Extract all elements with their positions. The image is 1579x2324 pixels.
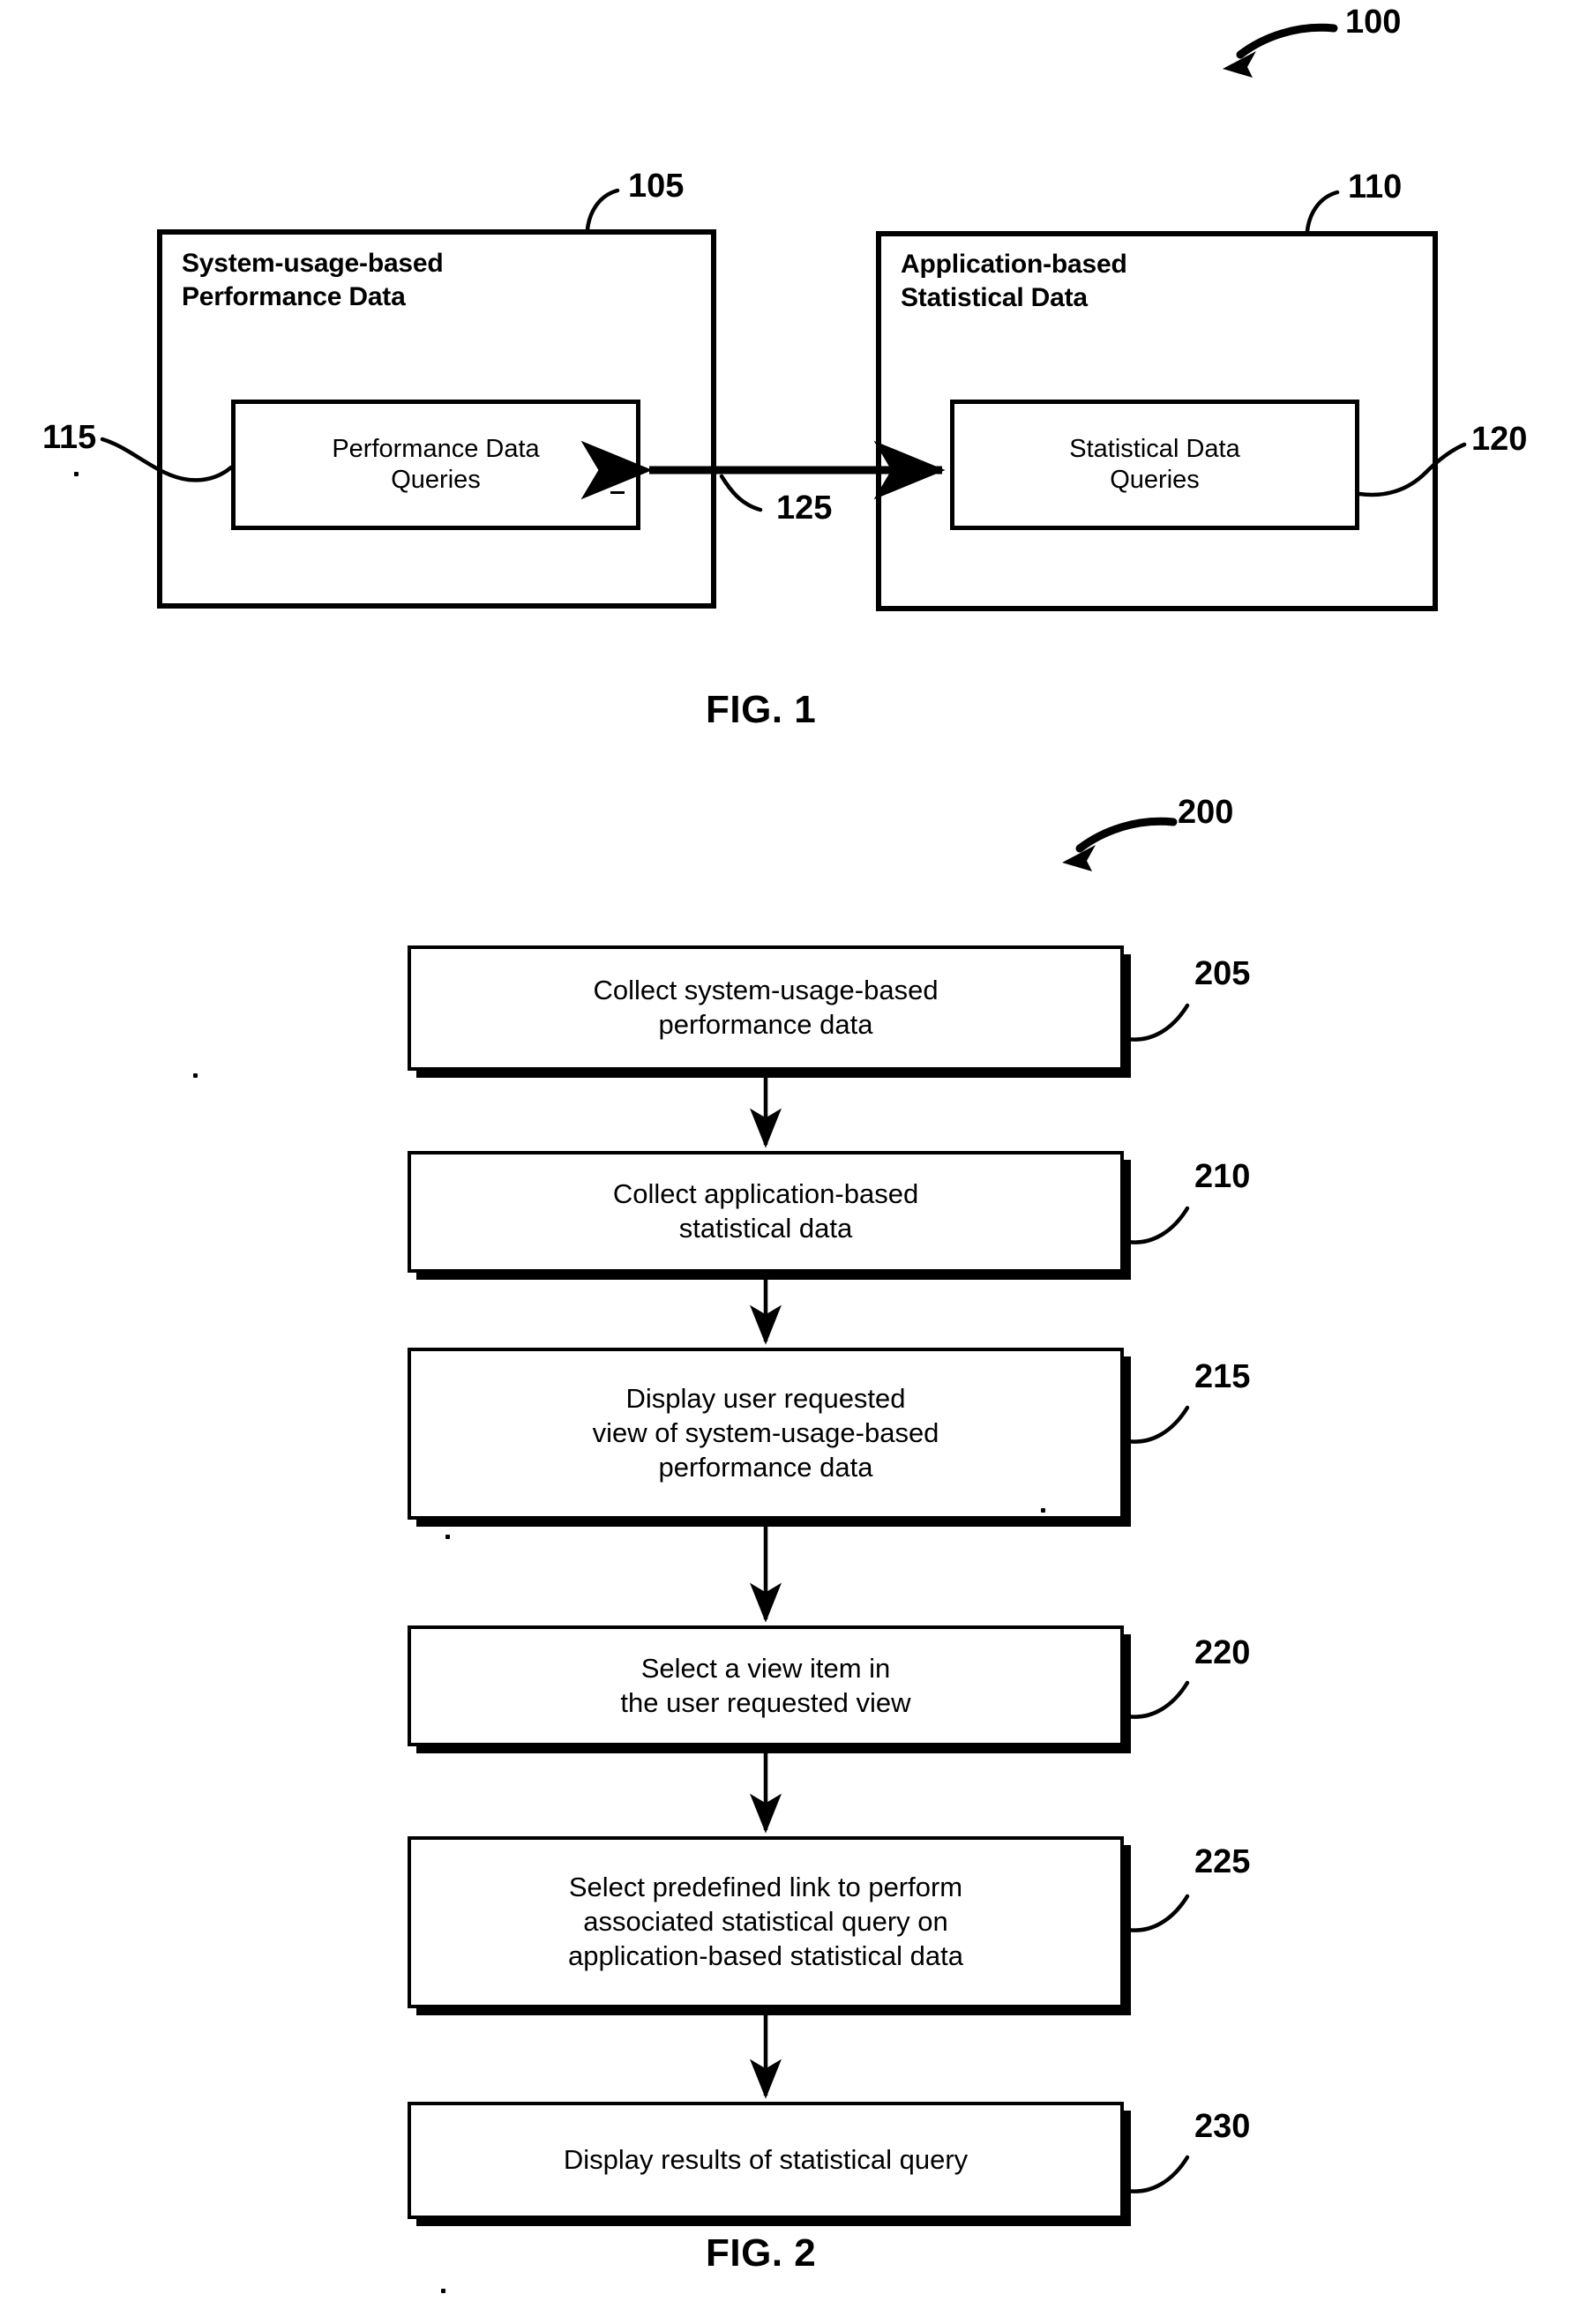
leader-arrow-200 xyxy=(1075,817,1178,853)
figure-2-caption: FIG. 2 xyxy=(706,2231,817,2275)
scan-speck xyxy=(74,472,79,476)
reference-numeral-220: 220 xyxy=(1194,1634,1251,1671)
leader-arrow-100 xyxy=(1236,23,1338,59)
block-115-label: Performance Data Queries xyxy=(332,434,540,494)
reference-numeral-200: 200 xyxy=(1178,794,1234,831)
flow-step-220-label: Select a view item in the user requested… xyxy=(620,1652,911,1718)
flow-step-230-label: Display results of statistical query xyxy=(563,2144,969,2176)
scan-speck xyxy=(441,2289,445,2293)
scan-speck xyxy=(1041,1508,1045,1513)
block-105-title: System-usage-based Performance Data xyxy=(182,249,444,312)
leader-arrowhead-200 xyxy=(1062,845,1096,871)
flow-step-205: Collect system-usage-based performance d… xyxy=(408,945,1124,1071)
flow-step-220: Select a view item in the user requested… xyxy=(408,1625,1124,1746)
scan-speck xyxy=(445,1535,450,1539)
leader-line-205 xyxy=(1125,1003,1190,1042)
leader-line-225 xyxy=(1125,1894,1190,1932)
flow-step-210-label: Collect application-based statistical da… xyxy=(612,1178,919,1244)
reference-numeral-115: 115 xyxy=(42,419,97,456)
leader-line-110 xyxy=(1305,190,1340,234)
reference-numeral-225: 225 xyxy=(1194,1843,1251,1880)
reference-numeral-230: 230 xyxy=(1194,2108,1251,2145)
block-performance-data-queries: Performance Data Queries xyxy=(231,400,640,530)
flow-step-215: Display user requested view of system-us… xyxy=(408,1348,1124,1520)
leader-line-220 xyxy=(1125,1680,1190,1719)
flow-step-210: Collect application-based statistical da… xyxy=(408,1151,1124,1273)
block-110-title: Application-based Statistical Data xyxy=(901,250,1127,313)
reference-numeral-205: 205 xyxy=(1194,955,1251,992)
leader-line-230 xyxy=(1125,2155,1190,2193)
block-statistical-data-queries: Statistical Data Queries xyxy=(950,400,1359,530)
block-120-label: Statistical Data Queries xyxy=(1069,434,1240,494)
leader-line-215 xyxy=(1125,1405,1190,1444)
leader-line-210 xyxy=(1125,1206,1190,1244)
flow-step-215-label: Display user requested view of system-us… xyxy=(592,1383,939,1483)
reference-numeral-215: 215 xyxy=(1194,1358,1251,1395)
reference-numeral-125: 125 xyxy=(776,489,833,527)
leader-arrowhead-100 xyxy=(1223,51,1256,78)
flow-step-205-label: Collect system-usage-based performance d… xyxy=(593,975,939,1040)
leader-line-125 xyxy=(719,474,763,512)
scan-speck xyxy=(193,1073,198,1078)
figure-1-caption: FIG. 1 xyxy=(706,688,817,731)
leader-line-105 xyxy=(585,188,620,232)
reference-numeral-105: 105 xyxy=(628,168,685,205)
scan-artifact-dash-115 xyxy=(610,491,625,494)
reference-numeral-120: 120 xyxy=(1471,421,1528,458)
flow-step-225: Select predefined link to perform associ… xyxy=(408,1836,1124,2008)
flow-step-225-label: Select predefined link to perform associ… xyxy=(567,1872,964,1971)
reference-numeral-210: 210 xyxy=(1194,1158,1251,1195)
patent-drawing-sheet: 100 System-usage-based Performance Data … xyxy=(0,0,1579,2324)
reference-numeral-110: 110 xyxy=(1348,168,1403,205)
flow-step-230: Display results of statistical query xyxy=(408,2102,1124,2219)
reference-numeral-100: 100 xyxy=(1345,4,1402,41)
